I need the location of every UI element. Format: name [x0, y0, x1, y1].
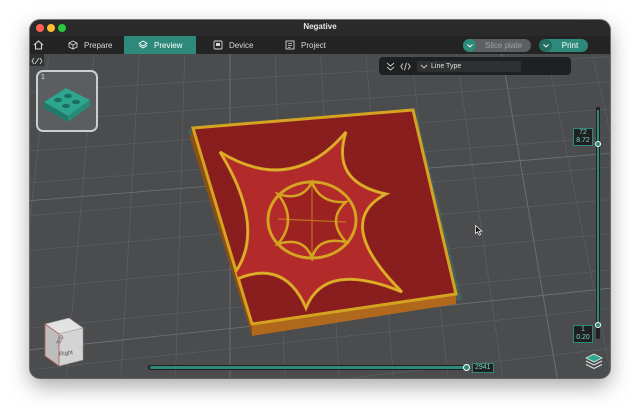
- window-title: Negative: [303, 22, 337, 31]
- tab-project-label: Project: [301, 40, 326, 50]
- collapse-sidebar-button[interactable]: [30, 54, 44, 66]
- move-slider-value: 2941: [472, 363, 494, 373]
- tab-device-label: Device: [229, 40, 254, 50]
- layers-stack-button[interactable]: [584, 352, 604, 372]
- layer-slider-bottom-handle[interactable]: [595, 322, 601, 328]
- code-icon: [399, 62, 411, 70]
- move-slider-range: [150, 366, 466, 369]
- 3d-viewport[interactable]: Top Right: [30, 54, 610, 378]
- view-type-label: Line Type: [431, 62, 462, 70]
- tab-preview[interactable]: Preview: [124, 36, 196, 54]
- layer-bottom-height: 0.20: [576, 334, 590, 341]
- model-preview[interactable]: [30, 54, 610, 378]
- home-button[interactable]: [32, 36, 50, 54]
- gcode-viewer-button[interactable]: [397, 62, 413, 71]
- expand-button[interactable]: [383, 62, 397, 71]
- slice-dropdown-toggle[interactable]: [463, 39, 476, 52]
- cube-icon: [68, 40, 78, 50]
- device-icon: [213, 40, 223, 50]
- view-cube[interactable]: [39, 318, 87, 376]
- home-icon: [33, 40, 43, 50]
- app-window: Negative Prepare Preview Device Project …: [30, 20, 610, 378]
- chevron-down-icon: [420, 64, 428, 69]
- preview-toolbar: Line Type: [379, 57, 571, 75]
- title-bar: Negative: [30, 20, 610, 36]
- print-button[interactable]: Print: [539, 39, 588, 52]
- tab-device[interactable]: Device: [210, 36, 270, 54]
- view-type-select[interactable]: Line Type: [417, 60, 521, 72]
- tab-project[interactable]: Project: [282, 36, 342, 54]
- chevron-down-icon: [542, 43, 549, 48]
- slice-plate-button[interactable]: Slice plate: [463, 39, 531, 52]
- layers-icon: [138, 40, 148, 49]
- layer-slider-top-handle[interactable]: [595, 141, 601, 147]
- layer-top-number: 72: [579, 129, 587, 136]
- print-dropdown-toggle[interactable]: [539, 39, 552, 52]
- layers-stack-icon: [585, 353, 603, 370]
- plate-thumbnail-image: [44, 88, 90, 122]
- tab-prepare[interactable]: Prepare: [64, 36, 124, 54]
- tab-preview-label: Preview: [154, 40, 183, 50]
- expand-icon: [386, 62, 394, 71]
- move-slider-handle[interactable]: [463, 364, 470, 371]
- layer-bottom-readout: 1 0.20: [573, 325, 593, 343]
- layer-top-readout: 72 8.72: [573, 128, 593, 146]
- slice-plate-label: Slice plate: [485, 41, 522, 50]
- layer-top-height: 8.72: [576, 137, 590, 144]
- plate-thumbnail[interactable]: 1: [36, 70, 98, 132]
- mouse-cursor-icon: [475, 225, 483, 236]
- chevron-down-icon: [466, 43, 473, 48]
- print-label: Print: [561, 41, 579, 50]
- tab-prepare-label: Prepare: [84, 40, 113, 50]
- layer-bottom-number: 1: [581, 326, 585, 333]
- project-icon: [285, 40, 295, 50]
- collapse-icon: [31, 57, 43, 65]
- main-tab-bar: Prepare Preview Device Project Slice pla…: [30, 36, 610, 54]
